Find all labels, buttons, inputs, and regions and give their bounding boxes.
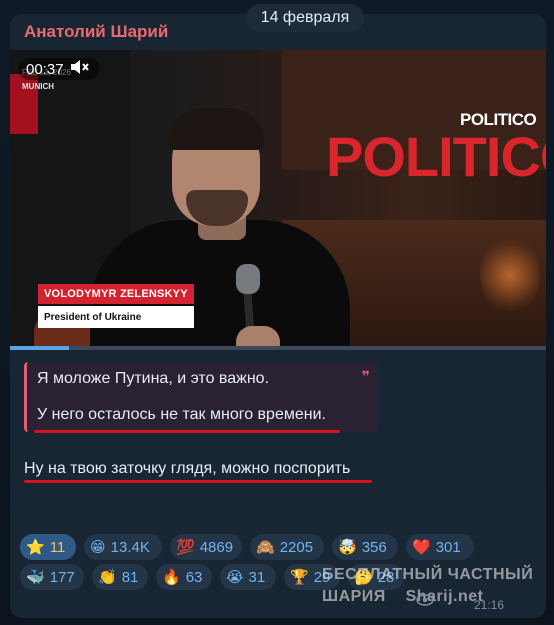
microphone-head [236, 264, 260, 294]
reaction-emoji-icon: 🏆 [290, 568, 309, 586]
reaction-count: 13.4K [110, 538, 150, 556]
message-time: 21:16 [474, 598, 505, 612]
backdrop-logo-text: POLITICO [326, 125, 546, 188]
reaction-button[interactable]: 🐳 177 [20, 564, 84, 590]
quote-line-2: У него осталось не так много времени. [37, 406, 326, 423]
reaction-button[interactable]: 😭 31 [220, 564, 276, 590]
video-player[interactable]: POLITICO POLITICO FEB 13, 2026 MUNICH VO… [10, 50, 546, 346]
reaction-emoji-icon: 🙈 [256, 538, 275, 556]
message-text: Ну на твою заточку глядя, можно поспорит… [24, 460, 351, 477]
reaction-count: 63 [185, 568, 203, 586]
video-time-badge[interactable]: 00:37 [18, 58, 100, 80]
reaction-emoji-icon: 😁 [90, 538, 106, 556]
message-underline [24, 480, 372, 483]
watermark-line-1: БЕСПЛАТНЫЙ ЧАСТНЫЙ [322, 566, 534, 583]
reaction-emoji-icon: 👏 [98, 568, 117, 586]
reaction-count: 301 [435, 538, 461, 556]
reaction-count: 4869 [199, 538, 234, 556]
video-time: 00:37 [26, 60, 64, 78]
reaction-emoji-icon: 💯 [176, 538, 195, 556]
reaction-button[interactable]: ⭐ 11 [20, 534, 76, 560]
video-progress-fill [10, 346, 69, 350]
quote-icon: ❞ [361, 368, 370, 384]
reaction-button[interactable]: 🔥 63 [156, 564, 212, 590]
lower-third-title: President of Ukraine [38, 306, 194, 328]
reaction-count: 11 [49, 538, 66, 556]
reaction-count: 81 [121, 568, 139, 586]
reaction-emoji-icon: 😭 [226, 568, 244, 586]
reaction-emoji-icon: 🔥 [162, 568, 181, 586]
reaction-button[interactable]: ❤️ 301 [406, 534, 474, 560]
reaction-count: 31 [248, 568, 266, 586]
date-text: 14 февраля [260, 9, 350, 26]
quote-underline [34, 430, 340, 433]
video-overlay-city: MUNICH [22, 82, 54, 91]
speaker-hair [168, 108, 264, 150]
views-eye-icon [416, 594, 434, 606]
reaction-button[interactable]: 💯 4869 [170, 534, 242, 560]
reaction-count: 2205 [279, 538, 314, 556]
reaction-count: 177 [49, 568, 75, 586]
reaction-emoji-icon: 🐳 [26, 568, 45, 586]
watermark-brand: ШАРИЯ [322, 588, 386, 605]
quote-line-1: Я моложе Путина, и это важно. [37, 370, 270, 387]
reaction-emoji-icon: ⭐ [26, 538, 45, 556]
reaction-button[interactable]: 😁 13.4K [84, 534, 162, 560]
channel-name[interactable]: Анатолий Шарий [24, 22, 168, 42]
reaction-button[interactable]: 🤯 356 [332, 534, 398, 560]
reaction-button[interactable]: 🙈 2205 [250, 534, 324, 560]
reaction-button[interactable]: 👏 81 [92, 564, 148, 590]
speaker-hand [236, 326, 280, 346]
reaction-count: 356 [361, 538, 387, 556]
reaction-emoji-icon: ❤️ [412, 538, 431, 556]
broadcaster-logo: POLITICO [460, 110, 537, 129]
video-progress-bar[interactable] [10, 346, 546, 350]
video-lamp [480, 235, 540, 315]
reply-quote[interactable]: Я моложе Путина, и это важно. У него ост… [24, 362, 378, 432]
muted-speaker-icon[interactable] [70, 59, 90, 80]
reaction-emoji-icon: 🤯 [338, 538, 357, 556]
date-separator: 14 февраля [246, 4, 364, 32]
lower-third-name: VOLODYMYR ZELENSKYY [38, 284, 194, 304]
